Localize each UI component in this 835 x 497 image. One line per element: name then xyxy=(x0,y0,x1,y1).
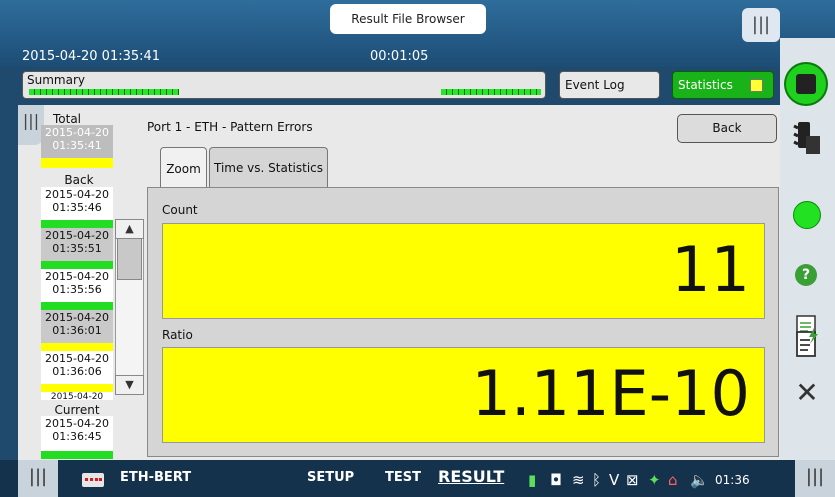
list-item[interactable]: 2015-04-20 01:35:51 xyxy=(41,228,113,271)
current-time: 01:36:45 xyxy=(52,430,102,443)
event-log-button[interactable]: Event Log xyxy=(559,71,660,99)
test-tab[interactable]: TEST xyxy=(385,470,421,485)
statistics-label: Statistics xyxy=(678,78,733,92)
satellite-icon: ✦ xyxy=(648,471,661,489)
app-name: ETH-BERT xyxy=(120,470,192,485)
battery-icon: ▮ xyxy=(528,471,537,489)
summary-led-strip-right xyxy=(441,89,541,95)
stop-test-button[interactable] xyxy=(786,64,826,104)
list-item-time: 01:35:46 xyxy=(52,201,102,214)
v-icon: V xyxy=(609,471,620,489)
bottom-left-grip-handle[interactable]: ||| xyxy=(18,460,58,497)
list-item-time: 01:36:06 xyxy=(52,365,102,378)
statistics-button[interactable]: Statistics xyxy=(672,71,774,99)
current-date: 2015-04-20 xyxy=(45,417,109,430)
camera-icon: ◘ xyxy=(550,471,562,489)
list-item-date: 2015-04-20 xyxy=(45,188,109,201)
no-signal-icon: ⊠ xyxy=(626,471,639,489)
total-label: Total xyxy=(52,112,82,126)
total-status-bar xyxy=(41,158,113,168)
elapsed-time: 00:01:05 xyxy=(370,49,429,64)
result-tab[interactable]: RESULT xyxy=(438,467,504,486)
bottom-right-grip-handle[interactable]: ||| xyxy=(795,460,835,497)
total-date: 2015-04-20 xyxy=(45,126,109,139)
window-title: Result File Browser xyxy=(330,4,486,34)
back-button[interactable]: Back xyxy=(677,114,777,143)
page-title: Port 1 - ETH - Pattern Errors xyxy=(147,120,313,134)
total-item[interactable]: 2015-04-20 01:35:41 xyxy=(41,125,113,168)
back-label: Back xyxy=(64,173,94,187)
summary-label: Summary xyxy=(27,73,85,87)
tab-zoom[interactable]: Zoom xyxy=(160,147,207,187)
list-item-date: 2015-04-20 xyxy=(50,392,104,401)
wifi-icon: ≋ xyxy=(572,471,585,489)
speaker-icon: 🔈 xyxy=(690,471,709,489)
close-icon[interactable]: ✕ xyxy=(784,376,830,409)
list-item-time: 01:35:56 xyxy=(52,283,102,296)
summary-bar[interactable]: Summary xyxy=(22,71,546,99)
network-icon: ⌂ xyxy=(668,471,678,489)
count-value: 11 xyxy=(162,223,765,319)
list-item[interactable]: 2015-04-20 01:35:46 xyxy=(41,187,113,230)
total-time: 01:35:41 xyxy=(52,139,102,152)
scroll-down-icon[interactable]: ▼ xyxy=(115,375,144,395)
scrollbar-thumb[interactable] xyxy=(117,236,142,280)
scroll-up-icon[interactable]: ▲ xyxy=(115,219,144,239)
list-item-date: 2015-04-20 xyxy=(45,229,109,242)
current-item[interactable]: 2015-04-20 01:36:45 xyxy=(41,416,113,459)
top-right-grip-handle[interactable]: ||| xyxy=(742,8,780,42)
list-item-time: 01:36:01 xyxy=(52,324,102,337)
ratio-label: Ratio xyxy=(162,328,193,342)
status-led-icon[interactable] xyxy=(793,201,821,229)
clipboard-lightning-icon[interactable] xyxy=(796,328,820,358)
list-item-date: 2015-04-20 xyxy=(45,352,109,365)
traffic-light-icon[interactable] xyxy=(792,120,822,156)
current-label: Current xyxy=(54,403,100,417)
list-item[interactable]: 2015-04-20 01:36:06 xyxy=(41,351,113,394)
app-icon[interactable] xyxy=(82,473,104,487)
list-item[interactable]: 2015-04-20 01:35:56 xyxy=(41,269,113,312)
count-label: Count xyxy=(162,203,198,217)
list-item[interactable]: 2015-04-20 01:36:01 xyxy=(41,310,113,353)
list-item[interactable]: 2015-04-20 xyxy=(41,392,113,400)
right-toolbar: ? ✕ xyxy=(780,38,835,460)
summary-led-strip-left xyxy=(29,89,179,95)
setup-tab[interactable]: SETUP xyxy=(307,470,354,485)
tab-time-vs-statistics[interactable]: Time vs. Statistics xyxy=(209,147,328,187)
bluetooth-icon: ᛒ xyxy=(592,471,602,489)
stop-icon xyxy=(796,74,816,94)
current-status-bar xyxy=(41,451,113,459)
list-item-time: 01:35:51 xyxy=(52,242,102,255)
list-item-date: 2015-04-20 xyxy=(45,311,109,324)
clock: 01:36 xyxy=(715,473,750,487)
help-icon[interactable]: ? xyxy=(795,264,817,286)
ratio-value: 1.11E-10 xyxy=(162,347,765,443)
list-item-date: 2015-04-20 xyxy=(45,270,109,283)
date-time: 2015-04-20 01:35:41 xyxy=(22,49,161,64)
statistics-indicator xyxy=(750,79,763,92)
